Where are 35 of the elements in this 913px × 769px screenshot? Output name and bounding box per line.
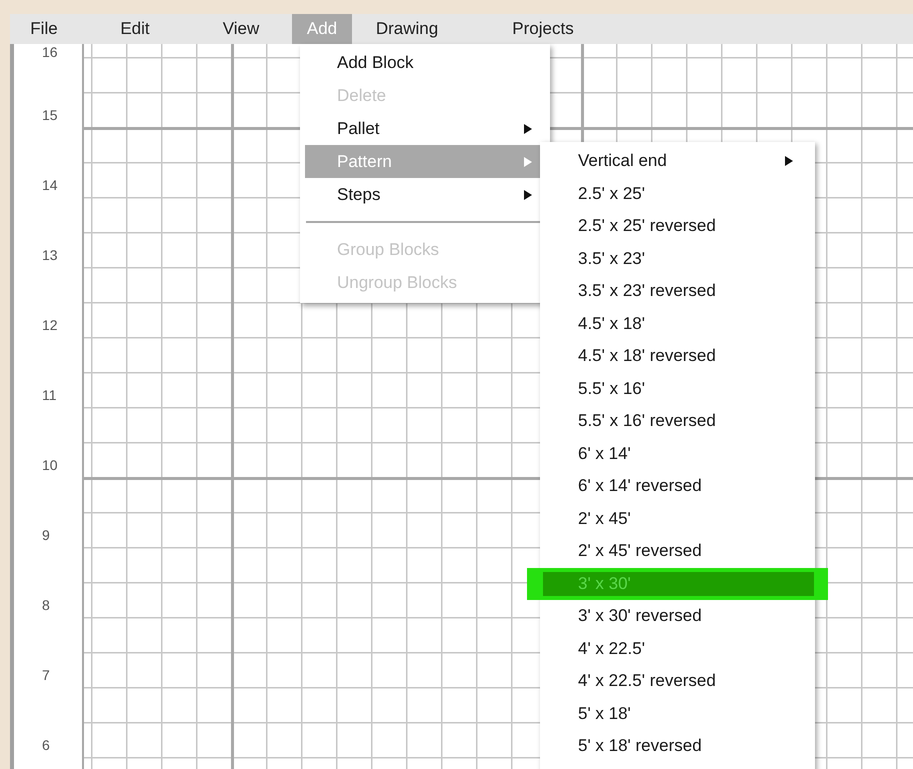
menu-title[interactable]: File [22, 14, 66, 44]
menu-title[interactable]: Drawing [352, 14, 462, 44]
menu-item[interactable]: 2' x 45' reversed [540, 535, 815, 568]
submenu-arrow-icon [524, 124, 532, 134]
menu-item[interactable]: 5.5' x 16' reversed [540, 405, 815, 438]
menu-item[interactable]: 2' x 45' [540, 502, 815, 535]
ruler-label: 9 [42, 527, 50, 543]
submenu-arrow-icon [785, 156, 793, 166]
submenu-arrow-icon [524, 190, 532, 200]
ruler-label: 8 [42, 597, 50, 613]
menu-title[interactable]: View [206, 14, 276, 44]
menu-item[interactable]: Add Block [305, 46, 544, 79]
menu-item[interactable]: 4.5' x 18' [540, 308, 815, 340]
ruler-label: 11 [42, 387, 57, 403]
menu-item[interactable]: 4' x 22.5' [540, 632, 815, 665]
menu-item[interactable]: Pallet [305, 112, 544, 145]
menu-item[interactable]: 4.5' x 18' reversed [540, 340, 815, 372]
ruler-label: 6 [42, 737, 50, 753]
submenu-arrow-icon [524, 156, 532, 166]
menu-title[interactable]: Projects [488, 14, 598, 44]
menu-item[interactable]: 4' x 22.5' reversed [540, 665, 815, 698]
ruler-label: 14 [42, 177, 58, 193]
menu-title[interactable]: Edit [102, 14, 168, 44]
menu-item[interactable]: 5' x 18' [540, 698, 815, 730]
menu-item[interactable]: 6' x 14' reversed [540, 470, 815, 502]
ruler-label: 12 [42, 317, 58, 333]
ruler-label: 15 [42, 107, 58, 123]
menu-item[interactable]: 3' x 30' reversed [540, 600, 815, 632]
menu-item[interactable]: 5.5' x 16' [540, 372, 815, 405]
ruler-label: 10 [42, 457, 58, 473]
ruler-label: 7 [42, 667, 50, 683]
menu-item[interactable]: 5' x 18' reversed [540, 730, 815, 762]
menu-item[interactable]: 6' x 14' [540, 438, 815, 470]
ruler-label: 16 [42, 44, 58, 60]
ruler-label: 13 [42, 247, 58, 263]
